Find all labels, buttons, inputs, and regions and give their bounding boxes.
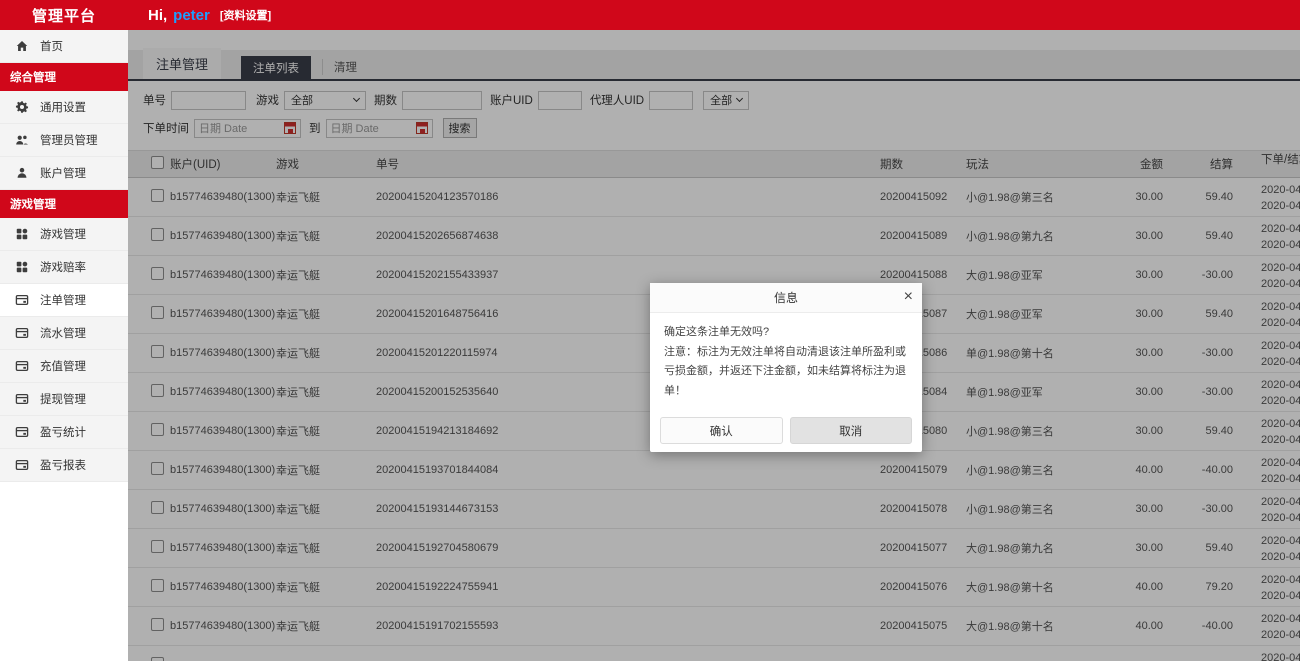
sidebar-item[interactable]: 盈亏报表	[0, 449, 128, 482]
sidebar-item[interactable]: 通用设置	[0, 91, 128, 124]
sidebar-item-label: 游戏赔率	[40, 259, 86, 275]
sidebar-item-label: 首页	[40, 38, 63, 54]
greeting-prefix: Hi,	[148, 7, 167, 24]
sidebar-item-label: 账户管理	[40, 165, 86, 181]
sidebar-item-label: 管理员管理	[40, 132, 98, 148]
sidebar-item[interactable]: 注单管理	[0, 284, 128, 317]
user-greeting: Hi, peter [资料设置]	[148, 7, 271, 24]
dialog-question: 确定这条注单无效吗?	[664, 323, 908, 343]
card-icon	[14, 293, 29, 308]
close-icon[interactable]: ×	[904, 288, 913, 306]
sidebar-item-label: 通用设置	[40, 99, 86, 115]
sidebar-item-label: 流水管理	[40, 325, 86, 341]
sidebar-item[interactable]: 游戏管理	[0, 218, 128, 251]
sidebar: 首页综合管理通用设置管理员管理账户管理游戏管理游戏管理游戏赔率注单管理流水管理充…	[0, 30, 128, 661]
card-icon	[14, 326, 29, 341]
sidebar-item[interactable]: 首页	[0, 30, 128, 63]
gear-icon	[14, 100, 29, 115]
username[interactable]: peter	[173, 7, 210, 24]
dialog-footer: 确认 取消	[660, 417, 912, 444]
confirm-button[interactable]: 确认	[660, 417, 783, 444]
card-icon	[14, 458, 29, 473]
dialog-body: 确定这条注单无效吗? 注意：标注为无效注单将自动清退该注单所盈利或亏损金额，并返…	[650, 313, 922, 401]
sidebar-item-label: 游戏管理	[40, 226, 86, 242]
sidebar-item[interactable]: 充值管理	[0, 350, 128, 383]
sidebar-item-label: 盈亏报表	[40, 457, 86, 473]
sidebar-section-header: 综合管理	[0, 63, 128, 91]
confirm-dialog: 信息 × 确定这条注单无效吗? 注意：标注为无效注单将自动清退该注单所盈利或亏损…	[650, 283, 922, 452]
sidebar-section-header: 游戏管理	[0, 190, 128, 218]
sidebar-menu: 首页综合管理通用设置管理员管理账户管理游戏管理游戏管理游戏赔率注单管理流水管理充…	[0, 30, 128, 482]
sidebar-item-label: 提现管理	[40, 391, 86, 407]
sidebar-item[interactable]: 账户管理	[0, 157, 128, 190]
home-icon	[14, 39, 29, 54]
cancel-button[interactable]: 取消	[790, 417, 913, 444]
sidebar-item-label: 注单管理	[40, 292, 86, 308]
sidebar-item[interactable]: 管理员管理	[0, 124, 128, 157]
user-icon	[14, 166, 29, 181]
grid-icon	[14, 260, 29, 275]
sidebar-item[interactable]: 提现管理	[0, 383, 128, 416]
users-icon	[14, 133, 29, 148]
app-title: 管理平台	[0, 5, 128, 26]
grid-icon	[14, 227, 29, 242]
sidebar-item[interactable]: 游戏赔率	[0, 251, 128, 284]
sidebar-item[interactable]: 流水管理	[0, 317, 128, 350]
profile-settings-link[interactable]: [资料设置]	[220, 7, 271, 23]
card-icon	[14, 392, 29, 407]
sidebar-item-label: 充值管理	[40, 358, 86, 374]
dialog-warning: 注意：标注为无效注单将自动清退该注单所盈利或亏损金额，并返还下注金额，如未结算将…	[664, 343, 908, 402]
dialog-title: 信息	[774, 289, 798, 306]
card-icon	[14, 425, 29, 440]
sidebar-item[interactable]: 盈亏统计	[0, 416, 128, 449]
top-bar: 管理平台 Hi, peter [资料设置]	[0, 0, 1300, 30]
card-icon	[14, 359, 29, 374]
sidebar-item-label: 盈亏统计	[40, 424, 86, 440]
dialog-header: 信息 ×	[650, 283, 922, 313]
